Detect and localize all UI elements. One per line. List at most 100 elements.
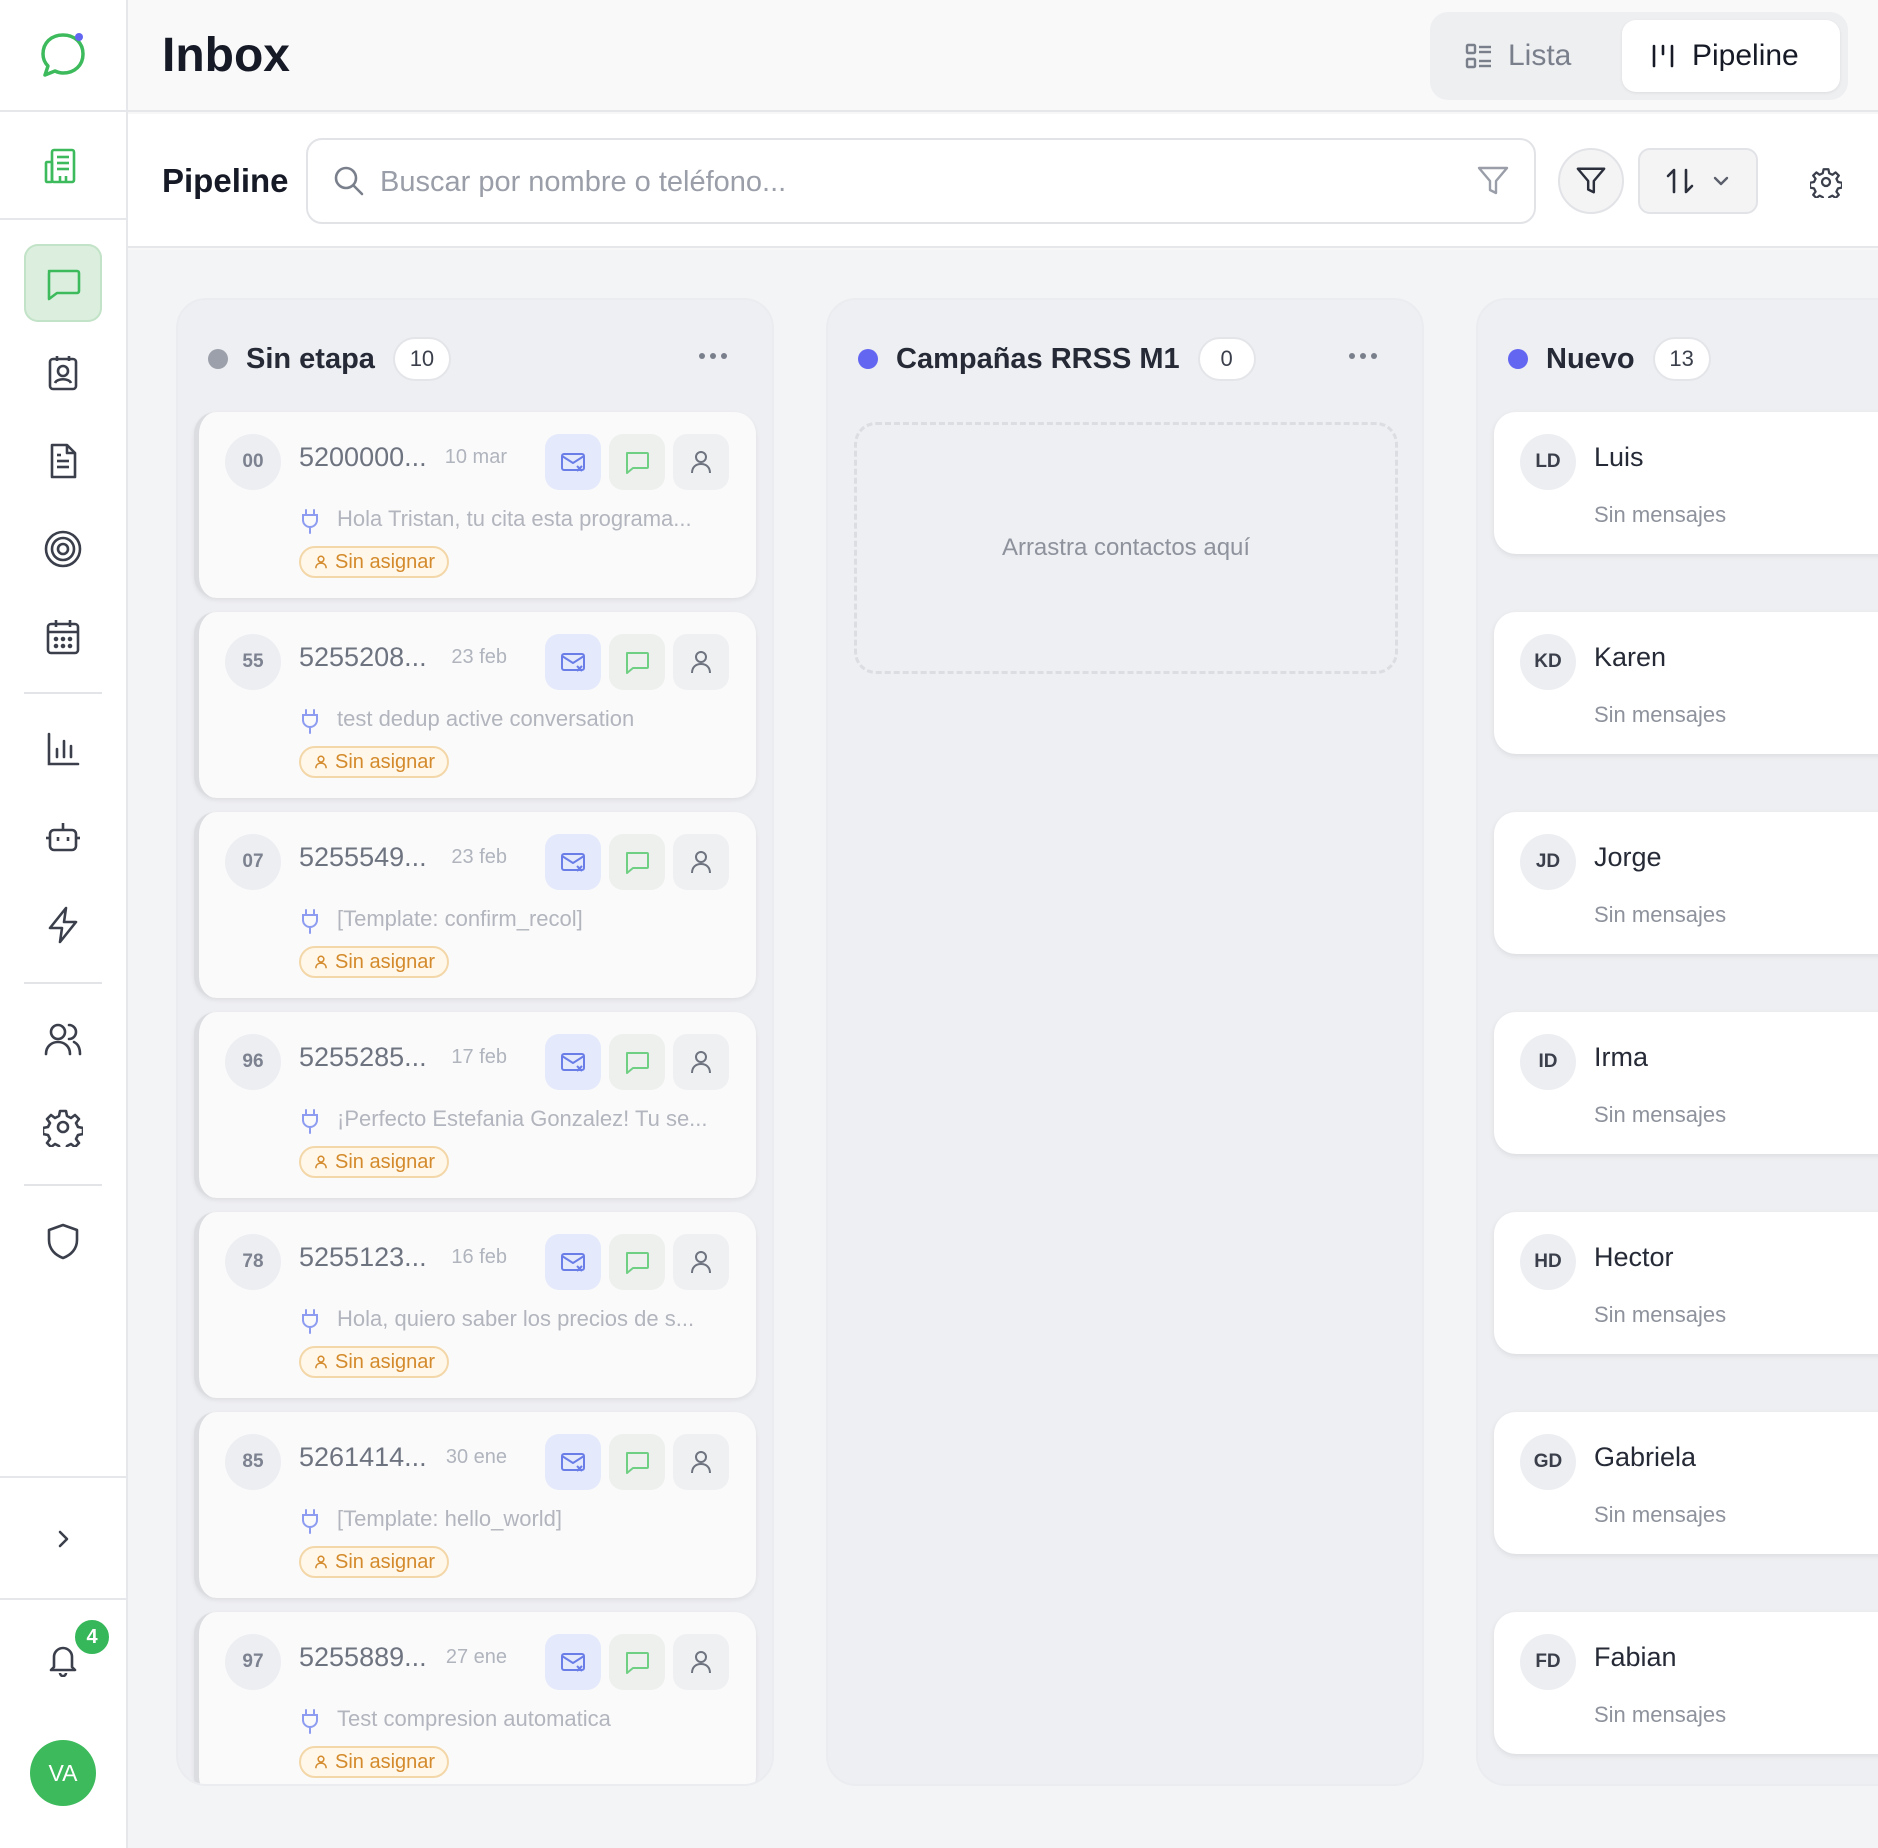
mark-unread-button[interactable] bbox=[545, 834, 601, 890]
last-message-preview: [Template: confirm_recol] bbox=[337, 906, 583, 931]
assign-user-button[interactable] bbox=[673, 834, 729, 890]
sidebar-item-reports[interactable] bbox=[24, 710, 102, 788]
column-dropzone[interactable]: Arrastra contactos aquí bbox=[854, 422, 1398, 674]
sidebar-item-team[interactable] bbox=[24, 1000, 102, 1078]
column-header: Campañas RRSS M1 0 bbox=[858, 334, 1256, 384]
unassigned-tag[interactable]: Sin asignar bbox=[299, 946, 450, 978]
open-chat-button[interactable] bbox=[609, 1034, 665, 1090]
tag-label: Sin asignar bbox=[335, 950, 436, 973]
unassigned-tag[interactable]: Sin asignar bbox=[299, 546, 450, 578]
user-avatar[interactable]: VA bbox=[30, 1740, 96, 1806]
unassigned-tag[interactable]: Sin asignar bbox=[299, 746, 450, 778]
pipeline-settings-button[interactable] bbox=[1798, 154, 1854, 210]
column-more-button[interactable] bbox=[1340, 336, 1386, 376]
open-chat-button[interactable] bbox=[609, 434, 665, 490]
building-icon bbox=[44, 148, 76, 184]
chat-icon bbox=[626, 1252, 649, 1274]
unassigned-tag[interactable]: Sin asignar bbox=[299, 1346, 450, 1378]
column-header: Nuevo 13 bbox=[1508, 334, 1711, 384]
search-input[interactable] bbox=[380, 154, 1430, 210]
column-title: Nuevo bbox=[1546, 342, 1635, 375]
contact-card[interactable]: 07 5255549... 23 feb [Template: confirm_rec… bbox=[194, 812, 756, 998]
last-message-date: 10 mar bbox=[444, 446, 507, 468]
mark-unread-button[interactable] bbox=[545, 634, 601, 690]
contact-phone: 5255889... bbox=[299, 1642, 427, 1672]
column-more-button[interactable] bbox=[690, 336, 736, 376]
sidebar-item-goals[interactable] bbox=[24, 510, 102, 588]
pipeline-title: Pipeline bbox=[162, 162, 289, 199]
assign-user-button[interactable] bbox=[673, 1634, 729, 1690]
sidebar-expand-button[interactable] bbox=[0, 1480, 126, 1598]
sidebar-item-automations[interactable] bbox=[24, 886, 102, 964]
assign-user-button[interactable] bbox=[673, 634, 729, 690]
contact-avatar: 97 bbox=[225, 1634, 281, 1690]
unassigned-tag[interactable]: Sin asignar bbox=[299, 1746, 450, 1778]
contact-avatar: GD bbox=[1520, 1434, 1576, 1490]
contact-card[interactable]: 96 5255285... 17 feb ¡Perfecto Estefania Go… bbox=[194, 1012, 756, 1198]
contact-card-icon bbox=[48, 356, 78, 391]
sidebar-item-contacts[interactable] bbox=[24, 334, 102, 412]
contact-card[interactable]: GD Gabriela Sin mensajes bbox=[1494, 1412, 1878, 1554]
assign-user-button[interactable] bbox=[673, 1234, 729, 1290]
contact-card[interactable]: HD Hector Sin mensajes bbox=[1494, 1212, 1878, 1354]
contact-card[interactable]: 97 5255889... 27 ene Test compresion automa… bbox=[194, 1612, 756, 1784]
target-icon bbox=[44, 530, 82, 568]
sidebar-divider bbox=[0, 1476, 126, 1478]
contact-card[interactable]: 55 5255208... 23 feb test dedup active conv… bbox=[194, 612, 756, 798]
last-message-date: 23 feb bbox=[451, 646, 507, 668]
sidebar-item-settings[interactable] bbox=[24, 1088, 102, 1166]
mark-unread-button[interactable] bbox=[545, 434, 601, 490]
user-icon bbox=[691, 851, 711, 874]
view-pipeline-label: Pipeline bbox=[1692, 39, 1799, 72]
chat-icon bbox=[626, 652, 649, 674]
contact-avatar: ID bbox=[1520, 1034, 1576, 1090]
open-chat-button[interactable] bbox=[609, 834, 665, 890]
open-chat-button[interactable] bbox=[609, 634, 665, 690]
mark-unread-button[interactable] bbox=[545, 1634, 601, 1690]
contact-subtitle: Sin mensajes bbox=[1594, 1502, 1727, 1527]
column-title: Sin etapa bbox=[246, 342, 375, 375]
open-chat-button[interactable] bbox=[609, 1234, 665, 1290]
view-pipeline-button[interactable]: Pipeline bbox=[1622, 20, 1840, 92]
unassigned-tag[interactable]: Sin asignar bbox=[299, 1546, 450, 1578]
pipeline-board: Sin etapa 10 00 5200000... 10 mar Hola Tris… bbox=[128, 250, 1878, 1848]
filter-button[interactable] bbox=[1558, 148, 1624, 214]
sidebar-item-calendar[interactable] bbox=[24, 598, 102, 676]
more-horizontal-icon bbox=[699, 353, 727, 359]
chevron-right-icon bbox=[58, 1530, 69, 1548]
contact-card[interactable]: KD Karen Sin mensajes bbox=[1494, 612, 1878, 754]
search-filter-icon[interactable] bbox=[1476, 164, 1510, 198]
contact-card[interactable]: JD Jorge Sin mensajes bbox=[1494, 812, 1878, 954]
contact-avatar: HD bbox=[1520, 1234, 1576, 1290]
mark-unread-button[interactable] bbox=[545, 1434, 601, 1490]
sidebar-item-security[interactable] bbox=[24, 1202, 102, 1280]
app-logo[interactable] bbox=[0, 0, 126, 112]
contact-card[interactable]: 78 5255123... 16 feb Hola, quiero saber los… bbox=[194, 1212, 756, 1398]
assign-user-button[interactable] bbox=[673, 1434, 729, 1490]
open-chat-button[interactable] bbox=[609, 1634, 665, 1690]
contact-phone: 5255285... bbox=[299, 1042, 427, 1072]
users-icon bbox=[44, 1023, 82, 1056]
contact-card[interactable]: ID Irma Sin mensajes bbox=[1494, 1012, 1878, 1154]
contact-card[interactable]: FD Fabian Sin mensajes bbox=[1494, 1612, 1878, 1754]
view-lista-button[interactable]: Lista bbox=[1438, 20, 1622, 92]
contact-card[interactable]: 00 5200000... 10 mar Hola Tristan, tu cita … bbox=[194, 412, 756, 598]
assign-user-button[interactable] bbox=[673, 434, 729, 490]
last-message-preview: test dedup active conversation bbox=[337, 706, 635, 731]
sidebar-item-bots[interactable] bbox=[24, 798, 102, 876]
document-icon bbox=[50, 443, 77, 479]
contact-subtitle: Sin mensajes bbox=[1594, 702, 1727, 727]
contact-card[interactable]: LD Luis Sin mensajes bbox=[1494, 412, 1878, 554]
open-chat-button[interactable] bbox=[609, 1434, 665, 1490]
user-icon bbox=[691, 1451, 711, 1474]
mark-unread-button[interactable] bbox=[545, 1234, 601, 1290]
assign-user-button[interactable] bbox=[673, 1034, 729, 1090]
mark-unread-button[interactable] bbox=[545, 1034, 601, 1090]
sidebar-item-organization[interactable] bbox=[0, 114, 126, 220]
sort-dropdown[interactable] bbox=[1638, 148, 1758, 214]
sidebar-item-documents[interactable] bbox=[24, 422, 102, 500]
sidebar-item-inbox[interactable] bbox=[24, 244, 102, 322]
unassigned-tag[interactable]: Sin asignar bbox=[299, 1146, 450, 1178]
contact-card[interactable]: 85 5261414... 30 ene [Template: hello_world… bbox=[194, 1412, 756, 1598]
tag-label: Sin asignar bbox=[335, 1550, 436, 1573]
